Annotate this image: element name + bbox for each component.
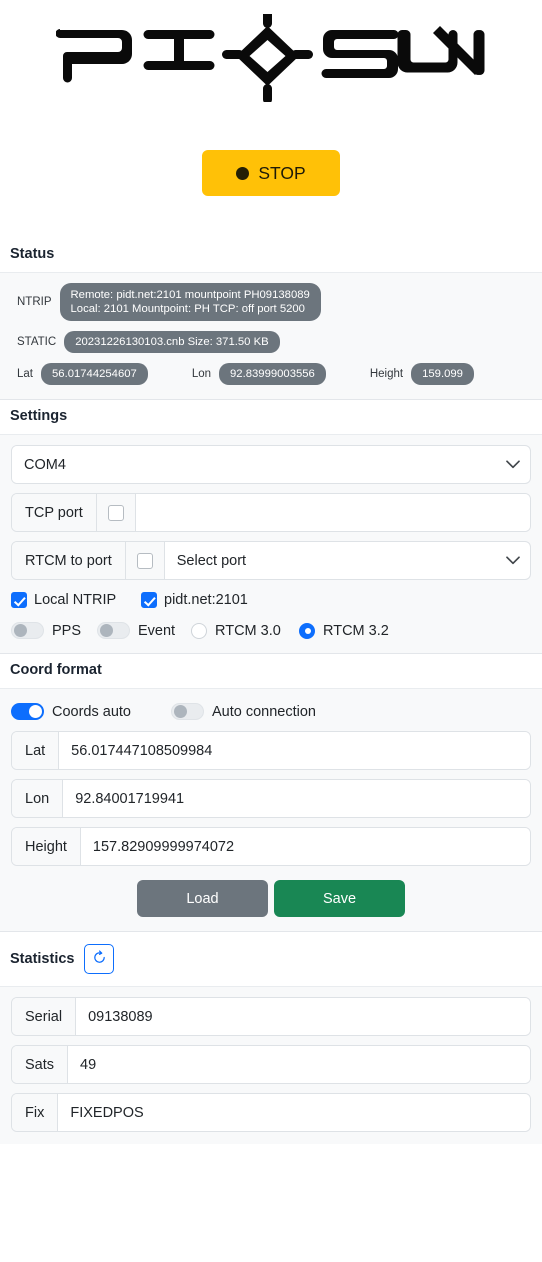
stop-button-row: STOP (0, 102, 542, 238)
coord-height-label: Height (12, 828, 81, 865)
coord-lat-label: Lat (12, 732, 60, 769)
coord-lon-label: Lon (12, 780, 64, 817)
height-value-badge: 159.099 (411, 363, 474, 385)
sats-field[interactable]: 49 (68, 1046, 530, 1083)
stop-button-label: STOP (258, 162, 306, 183)
toggle-knob (14, 624, 27, 637)
rtcm30-radio-item[interactable]: RTCM 3.0 (191, 622, 299, 639)
coord-lat-field[interactable]: 56.017447108509984 (59, 732, 530, 769)
sats-label: Sats (12, 1046, 69, 1083)
fix-field[interactable]: FIXEDPOS (58, 1094, 530, 1131)
lon-label: Lon (191, 368, 212, 380)
com-port-select[interactable]: COM4 (11, 445, 531, 484)
status-row-static: STATIC 20231226130103.cnb Size: 371.50 K… (11, 331, 531, 353)
coord-format-button-row: Load Save (11, 880, 531, 917)
statistics-section-header: Statistics (0, 932, 542, 987)
rtcm30-label: RTCM 3.0 (215, 622, 281, 639)
auto-connection-toggle-item[interactable]: Auto connection (171, 703, 316, 720)
serial-label: Serial (12, 998, 77, 1035)
settings-section-header: Settings (0, 400, 542, 435)
stop-button[interactable]: STOP (202, 150, 340, 196)
status-section-body: NTRIP Remote: pidt.net:2101 mountpoint P… (0, 273, 542, 400)
coord-lon-field[interactable]: 92.84001719941 (63, 780, 530, 817)
statistics-title: Statistics (10, 951, 75, 967)
tcp-port-input-group[interactable]: TCP port (11, 493, 531, 532)
fix-input-group[interactable]: Fix FIXEDPOS (11, 1093, 531, 1132)
rtcm-to-port-input-group[interactable]: RTCM to port Select port (11, 541, 531, 580)
serial-field[interactable]: 09138089 (76, 998, 530, 1035)
event-toggle-item[interactable]: Event (97, 622, 191, 639)
ntrip-value-badge: Remote: pidt.net:2101 mountpoint PH09138… (59, 283, 321, 321)
coord-height-input-group[interactable]: Height 157.82909999974072 (11, 827, 531, 866)
coord-format-section-header: Coord format (0, 654, 542, 689)
status-row-coords: Lat 56.01744254607 Lon 92.83999003556 He… (11, 363, 531, 385)
toggle-knob (100, 624, 113, 637)
rtcm-to-port-label: RTCM to port (12, 542, 126, 579)
rtcm30-radio[interactable] (191, 622, 207, 639)
lat-label: Lat (17, 368, 33, 380)
coord-format-title: Coord format (10, 662, 102, 678)
chevron-down-icon (496, 446, 530, 483)
logo-mark (56, 14, 485, 102)
chevron-down-icon (496, 542, 530, 579)
app-logo (0, 0, 542, 102)
com-port-value: COM4 (12, 446, 496, 483)
rtcm-to-port-checkbox[interactable] (136, 552, 153, 569)
settings-checkbox-row: Local NTRIP pidt.net:2101 (11, 592, 531, 608)
coord-format-section-body: Coords auto Auto connection Lat 56.01744… (0, 689, 542, 932)
ntrip-label: NTRIP (17, 296, 52, 308)
coords-auto-toggle[interactable] (11, 703, 44, 720)
pps-toggle-item[interactable]: PPS (11, 622, 97, 639)
tcp-port-field[interactable] (135, 494, 530, 531)
rtcm32-radio-item[interactable]: RTCM 3.2 (299, 622, 389, 639)
ntrip-host-checkbox[interactable] (141, 592, 157, 608)
coord-lon-input-group[interactable]: Lon 92.84001719941 (11, 779, 531, 818)
static-label: STATIC (17, 336, 57, 348)
ntrip-host-checkbox-item[interactable]: pidt.net:2101 (141, 592, 248, 608)
coords-auto-label: Coords auto (52, 703, 131, 720)
rtcm32-label: RTCM 3.2 (323, 622, 389, 639)
fix-label: Fix (12, 1094, 59, 1131)
tcp-port-checkbox-cell[interactable] (96, 494, 136, 531)
serial-input-group[interactable]: Serial 09138089 (11, 997, 531, 1036)
coords-auto-toggle-item[interactable]: Coords auto (11, 703, 171, 720)
settings-title: Settings (10, 408, 68, 424)
status-row-ntrip: NTRIP Remote: pidt.net:2101 mountpoint P… (11, 283, 531, 321)
auto-connection-label: Auto connection (212, 703, 316, 720)
local-ntrip-checkbox-item[interactable]: Local NTRIP (11, 592, 141, 608)
tcp-port-checkbox[interactable] (107, 504, 124, 521)
toggle-knob (29, 705, 42, 718)
rtcm-to-port-checkbox-cell[interactable] (125, 542, 165, 579)
coord-height-field[interactable]: 157.82909999974072 (80, 828, 530, 865)
ntrip-host-label: pidt.net:2101 (164, 592, 248, 608)
tcp-port-label: TCP port (12, 494, 97, 531)
event-toggle[interactable] (97, 622, 130, 639)
rtcm32-radio[interactable] (299, 622, 315, 639)
coord-format-toggle-row: Coords auto Auto connection (11, 703, 531, 720)
event-label: Event (138, 622, 176, 639)
status-section-header: Status (0, 238, 542, 273)
filled-circle-icon (236, 166, 250, 180)
refresh-icon (92, 950, 107, 968)
height-label: Height (369, 368, 404, 380)
toggle-knob (174, 705, 187, 718)
settings-toggle-row: PPS Event RTCM 3.0 RTCM 3.2 (11, 622, 531, 639)
pps-toggle[interactable] (11, 622, 44, 639)
settings-section-body: COM4 TCP port RTCM to port Select port L… (0, 435, 542, 654)
statistics-refresh-button[interactable] (84, 944, 115, 974)
load-button[interactable]: Load (137, 880, 268, 917)
sats-input-group[interactable]: Sats 49 (11, 1045, 531, 1084)
static-value-badge: 20231226130103.cnb Size: 371.50 KB (64, 331, 280, 353)
coord-lat-input-group[interactable]: Lat 56.017447108509984 (11, 731, 531, 770)
lon-value-badge: 92.83999003556 (219, 363, 326, 385)
local-ntrip-label: Local NTRIP (34, 592, 117, 608)
lat-value-badge: 56.01744254607 (41, 363, 148, 385)
auto-connection-toggle[interactable] (171, 703, 204, 720)
rtcm-to-port-value[interactable]: Select port (164, 542, 496, 579)
local-ntrip-checkbox[interactable] (11, 592, 27, 608)
pps-label: PPS (52, 622, 82, 639)
save-button[interactable]: Save (274, 880, 405, 917)
statistics-section-body: Serial 09138089 Sats 49 Fix FIXEDPOS (0, 987, 542, 1144)
status-title: Status (10, 246, 55, 262)
